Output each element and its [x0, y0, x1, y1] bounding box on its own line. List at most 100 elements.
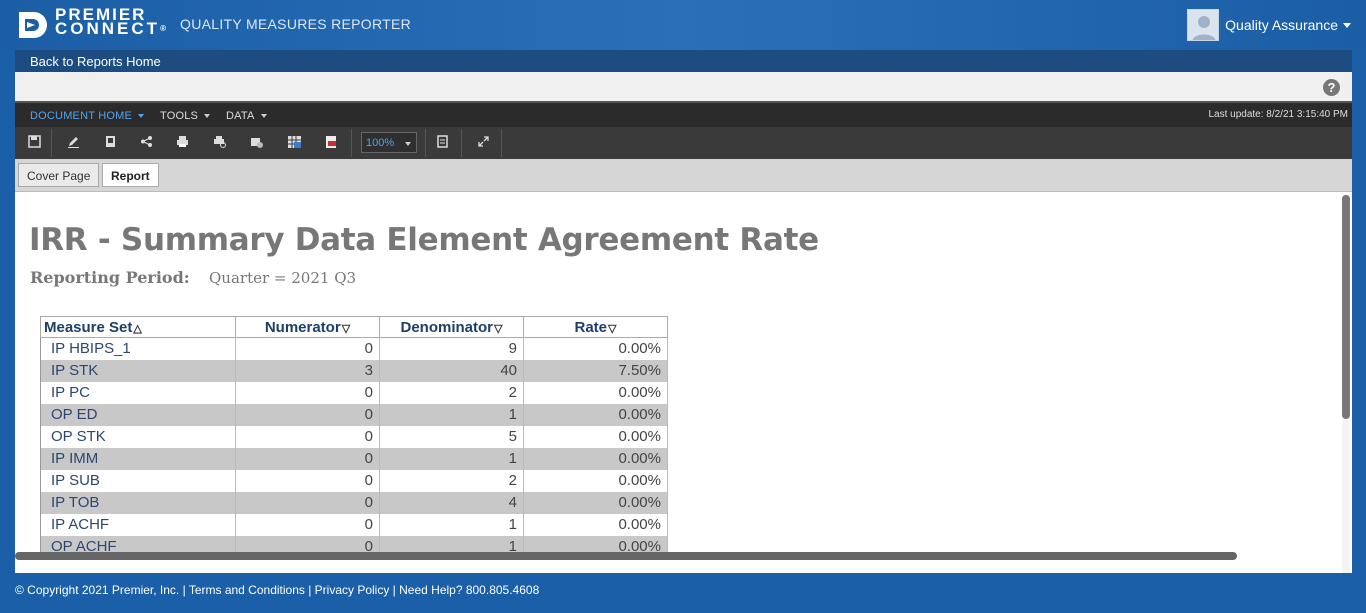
- measure-set-cell: IP SUB: [40, 469, 236, 492]
- numerator-cell: 0: [235, 469, 380, 492]
- chevron-down-icon: [1343, 22, 1351, 28]
- rate-cell: 0.00%: [523, 425, 668, 448]
- rate-cell: 0.00%: [523, 381, 668, 404]
- footer-text: © Copyright 2021 Premier, Inc. | Terms a…: [15, 583, 540, 597]
- rate-cell: 0.00%: [523, 337, 668, 360]
- zoom-value: 100%: [366, 137, 395, 149]
- measure-set-cell: OP ED: [40, 403, 236, 426]
- denominator-cell: 9: [379, 337, 524, 360]
- rate-cell: 0.00%: [523, 469, 668, 492]
- rate-cell: 0.00%: [523, 513, 668, 536]
- measure-set-cell: IP TOB: [40, 491, 236, 514]
- table-row: IP IMM 0 1 0.00%: [40, 447, 668, 470]
- rate-cell: 0.00%: [523, 403, 668, 426]
- denominator-cell: 2: [379, 469, 524, 492]
- denominator-cell: 1: [379, 513, 524, 536]
- numerator-cell: 0: [235, 403, 380, 426]
- column-header-rate[interactable]: Rate▽: [523, 316, 668, 338]
- chevron-down-icon: [138, 114, 145, 119]
- denominator-cell: 5: [379, 425, 524, 448]
- pdf-icon[interactable]: [324, 135, 338, 149]
- table-row: IP TOB 0 4 0.00%: [40, 491, 668, 514]
- reporting-period-value: Quarter = 2021 Q3: [209, 269, 357, 287]
- numerator-cell: 3: [235, 359, 380, 382]
- table-row: IP ACHF 0 1 0.00%: [40, 513, 668, 536]
- table-row: OP STK 0 5 0.00%: [40, 425, 668, 448]
- excel-icon[interactable]: [287, 135, 301, 149]
- print-preview-icon[interactable]: [212, 135, 226, 149]
- sort-descending-icon[interactable]: ▽: [494, 322, 502, 335]
- denominator-cell: 2: [379, 381, 524, 404]
- avatar-icon: [1187, 9, 1220, 41]
- denominator-cell: 1: [379, 403, 524, 426]
- premier-logo-icon: [19, 12, 47, 38]
- report-frame: Back to Reports Home ? DOCUMENT HOME TOO…: [15, 50, 1352, 573]
- report-content: IRR - Summary Data Element Agreement Rat…: [15, 194, 1352, 573]
- table-row: IP STK 3 40 7.50%: [40, 359, 668, 382]
- menu-document-home[interactable]: DOCUMENT HOME: [30, 110, 145, 122]
- help-bar: ?: [15, 72, 1352, 103]
- column-header-denominator[interactable]: Denominator▽: [379, 316, 524, 338]
- fullscreen-icon[interactable]: [476, 135, 490, 149]
- measure-set-cell: OP STK: [40, 425, 236, 448]
- menu-bar: DOCUMENT HOME TOOLS DATA Last update: 8/…: [15, 103, 1352, 127]
- brand-line-2: CONNECT: [55, 19, 161, 38]
- save-icon[interactable]: [27, 135, 41, 149]
- user-menu[interactable]: Quality Assurance: [1187, 9, 1351, 41]
- rate-cell: 0.00%: [523, 491, 668, 514]
- print-icon[interactable]: [175, 135, 189, 149]
- numerator-cell: 0: [235, 425, 380, 448]
- measure-set-cell: IP HBIPS_1: [40, 337, 236, 360]
- sort-descending-icon[interactable]: ▽: [608, 322, 616, 335]
- denominator-cell: 1: [379, 447, 524, 470]
- chevron-down-icon: [405, 142, 411, 146]
- export-icon[interactable]: [249, 135, 263, 149]
- measure-set-cell: IP ACHF: [40, 513, 236, 536]
- rate-cell: 7.50%: [523, 359, 668, 382]
- rate-cell: 0.00%: [523, 447, 668, 470]
- bookmark-icon[interactable]: [103, 135, 117, 149]
- edit-icon[interactable]: [66, 135, 80, 149]
- tab-report[interactable]: Report: [102, 163, 159, 187]
- column-header-numerator[interactable]: Numerator▽: [235, 316, 380, 338]
- summary-table: Measure Set△ Numerator▽ Denominator▽ Rat…: [40, 316, 668, 558]
- app-title: QUALITY MEASURES REPORTER: [180, 16, 412, 32]
- top-banner: PREMIER CONNECT® QUALITY MEASURES REPORT…: [0, 0, 1366, 50]
- report-title: IRR - Summary Data Element Agreement Rat…: [29, 222, 819, 258]
- share-icon[interactable]: [139, 135, 153, 149]
- denominator-cell: 40: [379, 359, 524, 382]
- calculator-icon[interactable]: [435, 135, 449, 149]
- menu-data[interactable]: DATA: [226, 110, 267, 122]
- chevron-down-icon: [204, 114, 211, 119]
- user-name: Quality Assurance: [1225, 17, 1338, 33]
- tab-cover-page[interactable]: Cover Page: [18, 163, 100, 187]
- toolbar: 100%: [15, 127, 1352, 159]
- brand-mark: ®: [160, 24, 169, 33]
- numerator-cell: 0: [235, 381, 380, 404]
- tabs-bar: Cover Page Report: [15, 159, 1352, 192]
- denominator-cell: 4: [379, 491, 524, 514]
- reporting-period-label: Reporting Period:: [30, 268, 190, 287]
- table-row: IP SUB 0 2 0.00%: [40, 469, 668, 492]
- sort-descending-icon[interactable]: ▽: [342, 322, 350, 335]
- last-update: Last update: 8/2/21 3:15:40 PM: [1208, 109, 1348, 120]
- back-to-reports-link[interactable]: Back to Reports Home: [15, 50, 1352, 72]
- table-row: OP ED 0 1 0.00%: [40, 403, 668, 426]
- numerator-cell: 0: [235, 337, 380, 360]
- numerator-cell: 0: [235, 447, 380, 470]
- measure-set-cell: IP PC: [40, 381, 236, 404]
- horizontal-scroll-thumb[interactable]: [15, 552, 1237, 560]
- sort-ascending-icon[interactable]: △: [133, 322, 141, 335]
- numerator-cell: 0: [235, 513, 380, 536]
- measure-set-cell: IP IMM: [40, 447, 236, 470]
- column-header-measure-set[interactable]: Measure Set△: [40, 316, 236, 338]
- numerator-cell: 0: [235, 491, 380, 514]
- vertical-scroll-thumb[interactable]: [1342, 195, 1350, 419]
- measure-set-cell: IP STK: [40, 359, 236, 382]
- help-icon[interactable]: ?: [1323, 79, 1340, 96]
- zoom-select[interactable]: 100%: [361, 132, 417, 153]
- table-row: IP HBIPS_1 0 9 0.00%: [40, 337, 668, 360]
- brand-name: PREMIER CONNECT®: [55, 6, 169, 38]
- menu-tools[interactable]: TOOLS: [160, 110, 211, 122]
- chevron-down-icon: [260, 114, 267, 119]
